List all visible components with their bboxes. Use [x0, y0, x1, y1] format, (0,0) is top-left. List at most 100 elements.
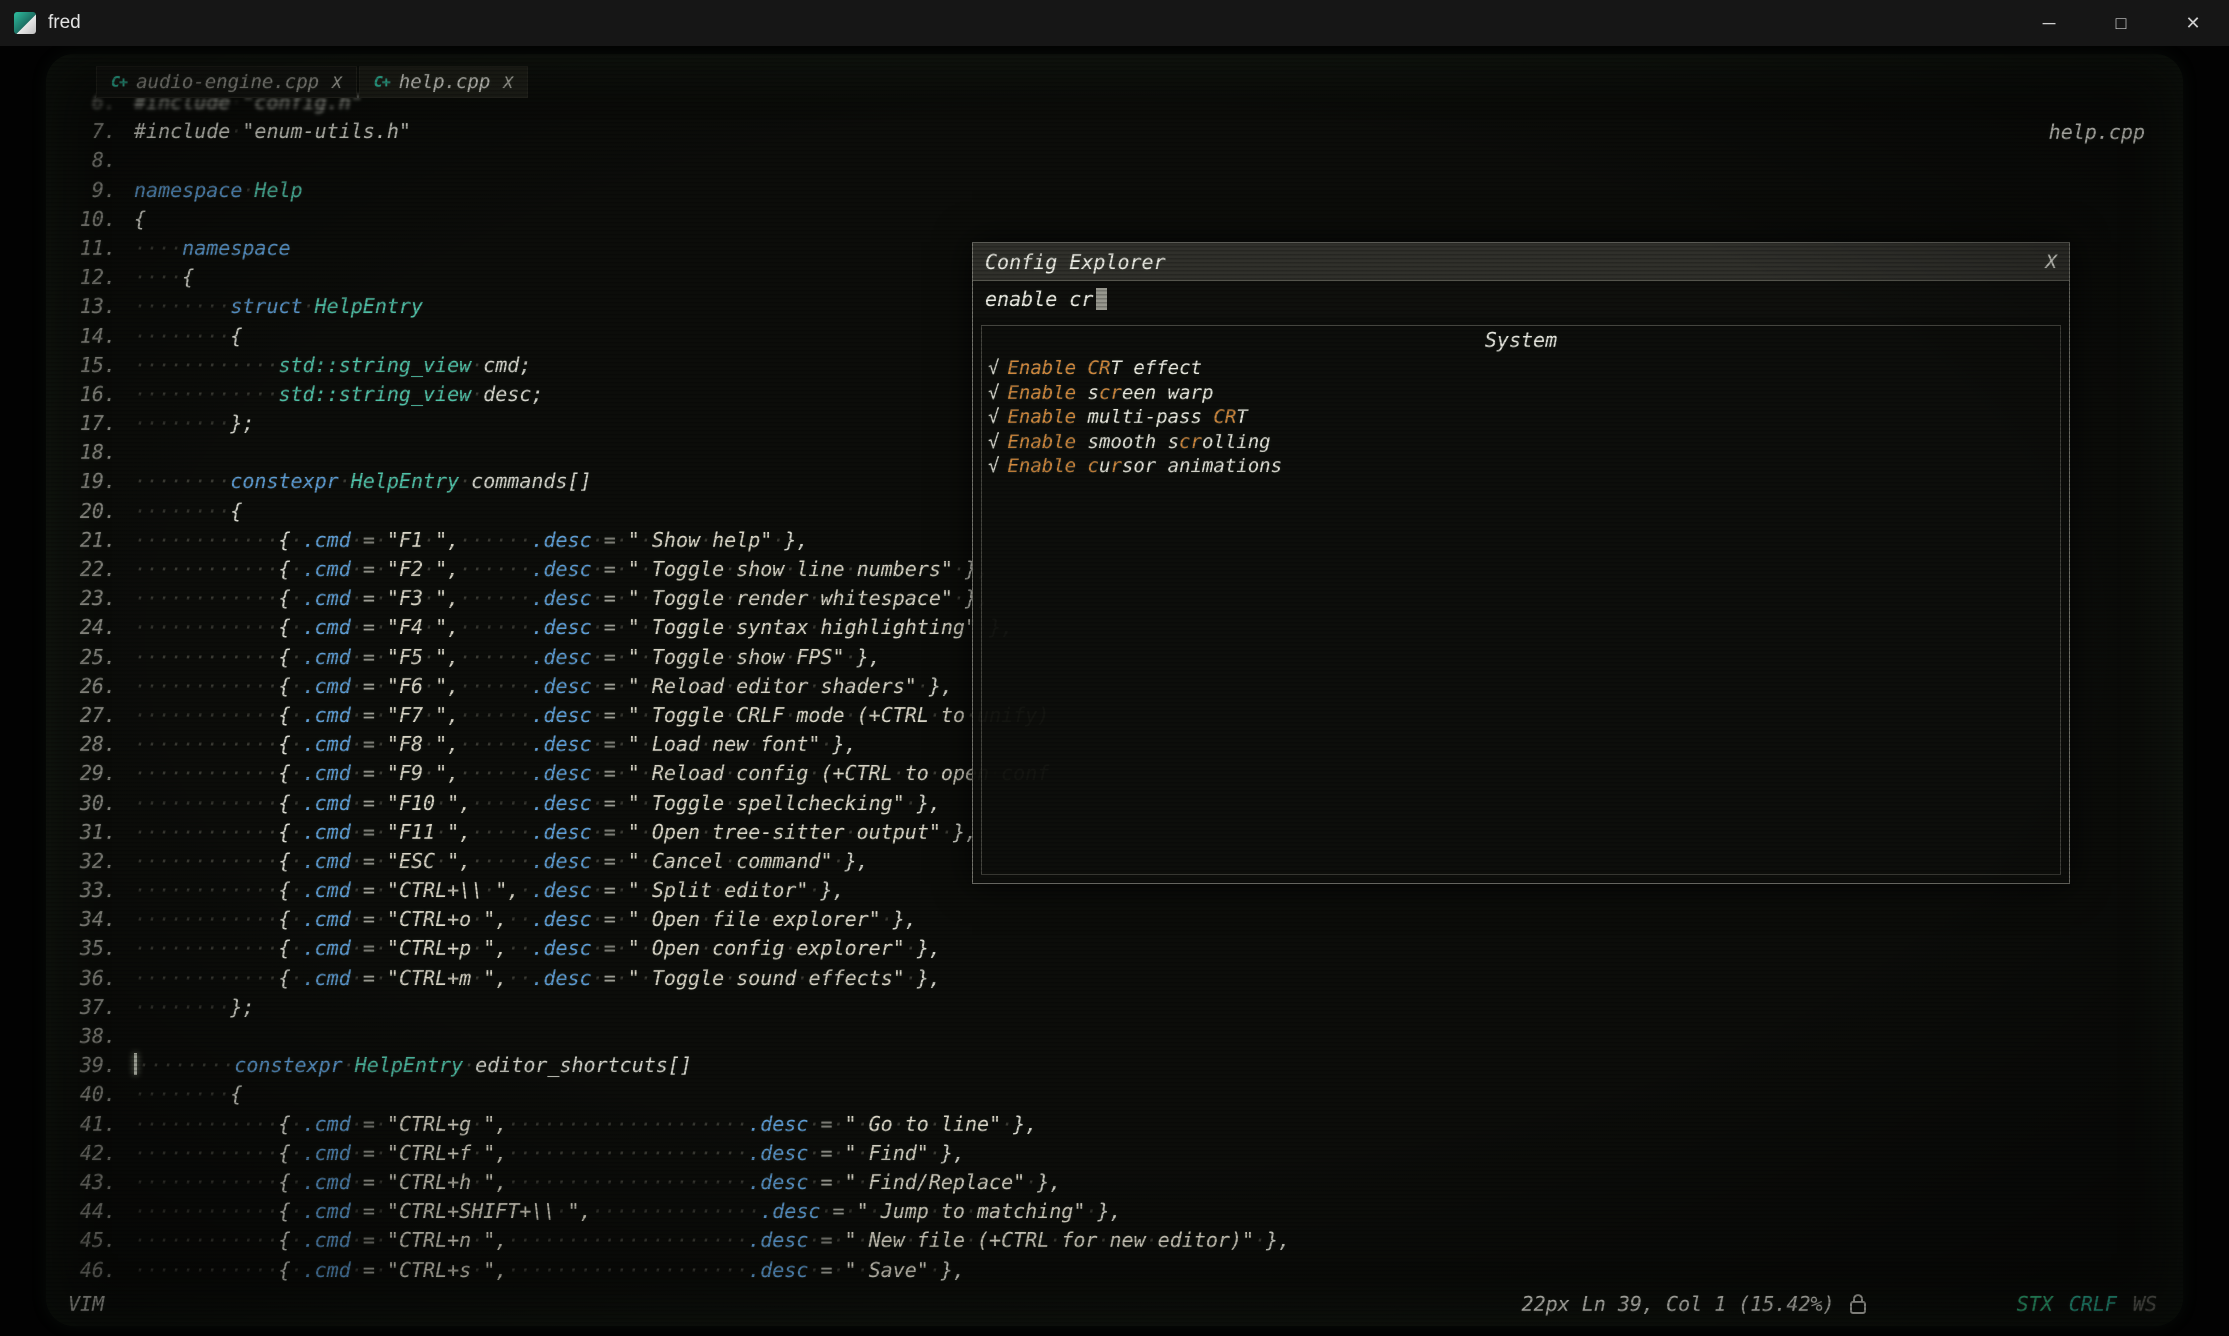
config-option[interactable]: √Enable multi-pass CRT [982, 405, 2060, 430]
lock-icon [1849, 1293, 1867, 1315]
line-number: 42. [58, 1139, 116, 1168]
line-number: 23. [58, 584, 116, 613]
line-number: 24. [58, 613, 116, 642]
line-number: 15. [58, 351, 116, 380]
line-number: 35. [58, 934, 116, 963]
code-line[interactable]: 7.#include·"enum-utils.h" [58, 117, 2183, 146]
tab-audio-engine-cpp[interactable]: C+ audio-engine.cpp X [96, 66, 357, 98]
line-number: 9. [58, 176, 116, 205]
config-option[interactable]: √Enable CRT effect [982, 356, 2060, 381]
filename-overlay: help.cpp [2049, 120, 2145, 144]
code-line[interactable]: 42.············{·.cmd·=·"CTRL+f·",······… [58, 1139, 2183, 1168]
line-number: 18. [58, 438, 116, 467]
close-button[interactable]: ✕ [2157, 0, 2229, 46]
cursor-position: 22px Ln 39, Col 1 (15.42%) [1522, 1292, 1835, 1316]
checkbox-checked-icon[interactable]: √ [988, 382, 999, 404]
line-number: 7. [58, 117, 116, 146]
config-option[interactable]: √Enable smooth scrolling [982, 430, 2060, 455]
line-number: 27. [58, 701, 116, 730]
cpp-file-icon: C+ [374, 73, 390, 91]
app-icon [14, 12, 36, 34]
tab-bar: C+ audio-engine.cpp X C+ help.cpp X [96, 66, 528, 98]
status-bar: VIM 22px Ln 39, Col 1 (15.42%) STX CRLF … [46, 1288, 2183, 1320]
vim-mode-indicator: VIM [68, 1292, 104, 1316]
tab-label: help.cpp [399, 71, 491, 93]
line-number: 14. [58, 322, 116, 351]
input-cursor [1096, 288, 1107, 310]
checkbox-checked-icon[interactable]: √ [988, 431, 999, 453]
code-line[interactable]: 46.············{·.cmd·=·"CTRL+s·",······… [58, 1256, 2183, 1285]
line-number: 33. [58, 876, 116, 905]
screen: C+audio-engine.cppXC+help.cppX help.cpp … [0, 46, 2229, 1336]
line-number: 45. [58, 1226, 116, 1255]
config-option[interactable]: √Enable cursor animations [982, 454, 2060, 479]
code-line[interactable]: 8. [58, 146, 2183, 175]
code-line[interactable]: 41.············{·.cmd·=·"CTRL+g·",······… [58, 1110, 2183, 1139]
eol-indicators: STX CRLF WS [2017, 1292, 2157, 1316]
line-number: 29. [58, 759, 116, 788]
line-number: 32. [58, 847, 116, 876]
config-section-header: System [982, 328, 2060, 352]
text-cursor [134, 1053, 137, 1075]
code-line[interactable]: 39.········constexpr·HelpEntry·editor_sh… [58, 1051, 2183, 1080]
line-number: 39. [58, 1051, 116, 1080]
cpp-file-icon: C+ [111, 73, 127, 91]
tab-close-icon[interactable]: X [332, 73, 342, 92]
config-explorer: Config Explorer X enable cr System √Enab… [972, 242, 2070, 884]
line-number: 26. [58, 672, 116, 701]
line-number: 25. [58, 643, 116, 672]
checkbox-checked-icon[interactable]: √ [988, 455, 999, 477]
code-line[interactable]: 45.············{·.cmd·=·"CTRL+n·",······… [58, 1226, 2183, 1255]
line-number: 38. [58, 1022, 116, 1051]
config-search-query: enable cr [985, 287, 1093, 311]
code-line[interactable]: 35.············{·.cmd·=·"CTRL+p·",··.des… [58, 934, 2183, 963]
line-number: 8. [58, 146, 116, 175]
config-explorer-close-icon[interactable]: X [2046, 251, 2057, 273]
code-line[interactable]: 40.········{ [58, 1080, 2183, 1109]
crlf-indicator[interactable]: CRLF [2069, 1292, 2117, 1316]
config-explorer-titlebar: Config Explorer X [973, 243, 2069, 281]
line-number: 40. [58, 1080, 116, 1109]
line-number: 16. [58, 380, 116, 409]
minimize-button[interactable]: ─ [2013, 0, 2085, 46]
line-number: 46. [58, 1256, 116, 1285]
status-right: 22px Ln 39, Col 1 (15.42%) STX CRLF WS [1522, 1292, 2157, 1316]
line-number: 43. [58, 1168, 116, 1197]
config-search-input[interactable]: enable cr [973, 281, 2069, 317]
line-number: 44. [58, 1197, 116, 1226]
whitespace-indicator[interactable]: WS [2133, 1292, 2157, 1316]
config-option[interactable]: √Enable screen warp [982, 381, 2060, 406]
checkbox-checked-icon[interactable]: √ [988, 357, 999, 379]
checkbox-checked-icon[interactable]: √ [988, 406, 999, 428]
tab-close-icon[interactable]: X [503, 73, 513, 92]
line-number: 12. [58, 263, 116, 292]
code-line[interactable]: 34.············{·.cmd·=·"CTRL+o·",··.des… [58, 905, 2183, 934]
code-line[interactable]: 44.············{·.cmd·=·"CTRL+SHIFT+\\·"… [58, 1197, 2183, 1226]
tab-label: audio-engine.cpp [136, 71, 319, 93]
maximize-button[interactable]: □ [2085, 0, 2157, 46]
code-line[interactable]: 37.········}; [58, 993, 2183, 1022]
line-number: 41. [58, 1110, 116, 1139]
title-bar: fred ─ □ ✕ [0, 0, 2229, 46]
line-number: 28. [58, 730, 116, 759]
line-number: 17. [58, 409, 116, 438]
window-title: fred [48, 12, 81, 34]
tab-help-cpp[interactable]: C+ help.cpp X [359, 66, 528, 98]
config-explorer-title: Config Explorer [985, 250, 1166, 274]
code-line[interactable]: 36.············{·.cmd·=·"CTRL+m·",··.des… [58, 964, 2183, 993]
line-number: 20. [58, 497, 116, 526]
code-line[interactable]: 10.{ [58, 205, 2183, 234]
code-line[interactable]: 9.namespace·Help [58, 176, 2183, 205]
line-number: 37. [58, 993, 116, 1022]
line-number: 36. [58, 964, 116, 993]
config-options-list: √Enable CRT effect√Enable screen warp√En… [982, 356, 2060, 479]
line-number: 31. [58, 818, 116, 847]
config-explorer-body: System √Enable CRT effect√Enable screen … [981, 325, 2061, 875]
line-number: 19. [58, 467, 116, 496]
window-controls: ─ □ ✕ [2013, 0, 2229, 46]
line-number: 10. [58, 205, 116, 234]
code-line[interactable]: 38. [58, 1022, 2183, 1051]
line-number: 22. [58, 555, 116, 584]
code-line[interactable]: 43.············{·.cmd·=·"CTRL+h·",······… [58, 1168, 2183, 1197]
line-number: 21. [58, 526, 116, 555]
